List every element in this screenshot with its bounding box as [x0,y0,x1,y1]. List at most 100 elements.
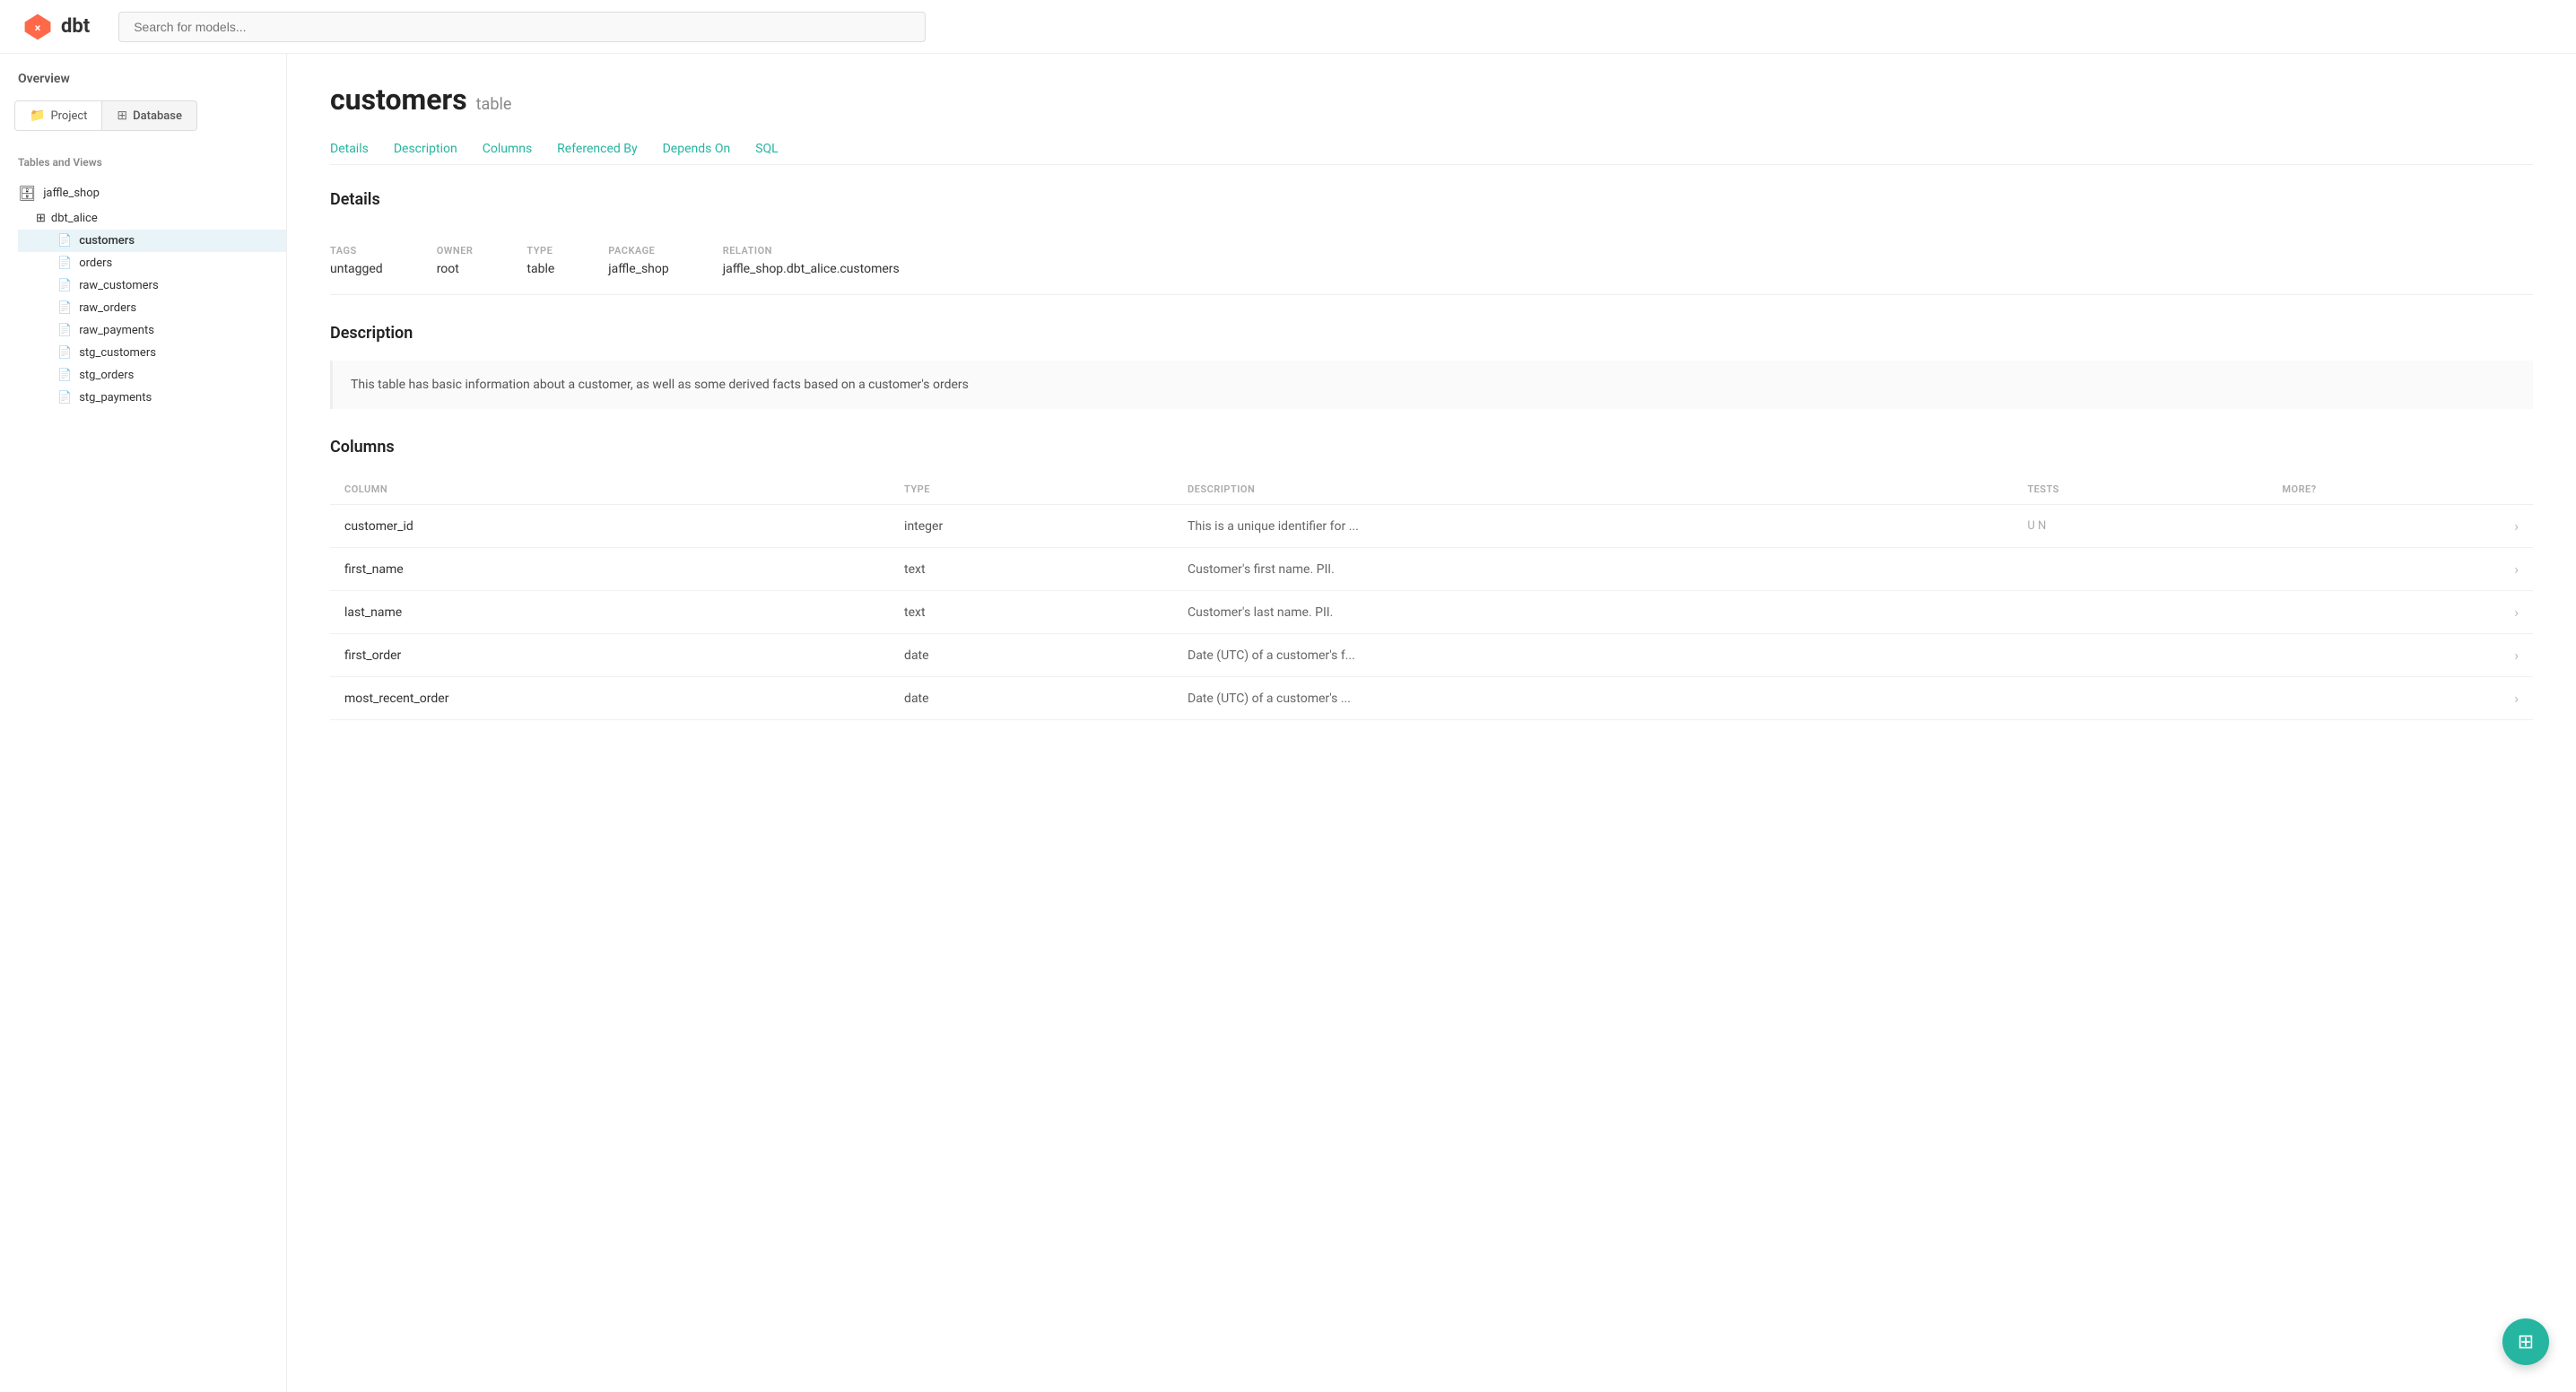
sidebar-item-raw-orders[interactable]: 📄 raw_orders [18,297,286,319]
col-type-integer: integer [890,505,1173,548]
tab-details[interactable]: Details [330,135,369,165]
col-last-name: last_name [330,591,890,634]
sidebar-item-stg-customers-label: stg_customers [79,346,156,360]
columns-section-title: Columns [330,438,2533,457]
sidebar-nav-tabs: 📁 Project ⊞ Database [14,100,272,131]
tab-sql[interactable]: SQL [755,135,778,165]
col-more-first-order[interactable]: › [2267,634,2533,677]
col-first-order: first_order [330,634,890,677]
col-tests-most-recent-order [2013,677,2267,720]
sidebar-item-stg-payments-label: stg_payments [79,391,152,405]
col-type-text-first: text [890,548,1173,591]
columns-table-head: COLUMN TYPE DESCRIPTION TESTS MORE? [330,474,2533,505]
db-icon: 🗄 [18,185,36,202]
col-first-name: first_name [330,548,890,591]
fab-icon: ⊞ [2518,1331,2534,1353]
search-input[interactable] [118,12,926,42]
sidebar-item-stg-customers[interactable]: 📄 stg_customers [18,342,286,364]
description-text: This table has basic information about a… [330,361,2533,409]
col-tests-first-name [2013,548,2267,591]
detail-owner: OWNER root [437,245,474,276]
col-desc-first-order: Date (UTC) of a customer's f... [1173,634,2013,677]
sidebar-group-jaffle-shop-header[interactable]: 🗄 jaffle_shop [0,179,286,207]
sidebar-item-raw-payments-label: raw_payments [79,324,154,337]
detail-type-label: TYPE [527,245,554,257]
col-customer-id: customer_id [330,505,890,548]
col-more-last-name[interactable]: › [2267,591,2533,634]
tab-columns[interactable]: Columns [483,135,532,165]
svg-text:×: × [35,22,41,35]
sidebar-sub-group-name: dbt_alice [51,212,98,225]
detail-type: TYPE table [527,245,554,276]
chevron-right-icon: › [2514,518,2519,535]
col-header-type: TYPE [890,474,1173,505]
tab-depends-on[interactable]: Depends On [663,135,731,165]
item-icon-stg-payments: 📄 [57,391,72,405]
detail-tags: TAGS untagged [330,245,383,276]
topbar: × dbt [0,0,2576,54]
col-more-first-name[interactable]: › [2267,548,2533,591]
fab-button[interactable]: ⊞ [2502,1318,2549,1365]
sidebar-section-title: Tables and Views [0,149,286,176]
item-icon-raw-payments: 📄 [57,324,72,337]
project-icon: 📁 [30,109,45,123]
item-icon-raw-customers: 📄 [57,279,72,292]
detail-owner-label: OWNER [437,245,474,257]
col-desc-most-recent-order: Date (UTC) of a customer's ... [1173,677,2013,720]
tab-project[interactable]: 📁 Project [14,100,102,131]
sidebar-item-raw-payments[interactable]: 📄 raw_payments [18,319,286,342]
description-section-title: Description [330,324,2533,343]
col-most-recent-order: most_recent_order [330,677,890,720]
main-content: customers table Details Description Colu… [287,54,2576,1392]
page-title: customers table [330,83,2533,117]
sidebar-item-stg-payments[interactable]: 📄 stg_payments [18,387,286,409]
tab-referenced-by[interactable]: Referenced By [557,135,637,165]
sidebar: Overview 📁 Project ⊞ Database Tables and… [0,54,287,1392]
col-more-customer-id[interactable]: › [2267,505,2533,548]
col-header-description: DESCRIPTION [1173,474,2013,505]
col-desc-last-name: Customer's last name. PII. [1173,591,2013,634]
sub-group-icon: ⊞ [36,212,46,225]
detail-relation-value: jaffle_shop.dbt_alice.customers [723,262,900,276]
sidebar-item-customers-label: customers [79,234,135,248]
columns-table: COLUMN TYPE DESCRIPTION TESTS MORE? cust… [330,474,2533,720]
sidebar-item-orders-label: orders [79,257,112,270]
col-header-more: MORE? [2267,474,2533,505]
table-row: first_order date Date (UTC) of a custome… [330,634,2533,677]
sidebar-item-orders[interactable]: 📄 orders [18,252,286,274]
detail-tags-label: TAGS [330,245,383,257]
detail-type-value: table [527,262,554,276]
tab-description[interactable]: Description [394,135,457,165]
details-section: Details TAGS untagged OWNER root TYPE ta… [330,190,2533,295]
content-tabs: Details Description Columns Referenced B… [330,135,2533,165]
tab-database[interactable]: ⊞ Database [102,100,197,131]
columns-section: Columns COLUMN TYPE DESCRIPTION TESTS MO… [330,438,2533,720]
sidebar-item-stg-orders[interactable]: 📄 stg_orders [18,364,286,387]
chevron-right-icon: › [2514,604,2519,621]
col-type-text-last: text [890,591,1173,634]
col-more-most-recent-order[interactable]: › [2267,677,2533,720]
col-header-tests: TESTS [2013,474,2267,505]
detail-tags-value: untagged [330,262,383,276]
database-tab-icon: ⊞ [117,109,127,123]
detail-relation-label: RELATION [723,245,900,257]
col-desc-customer-id: This is a unique identifier for ... [1173,505,2013,548]
sidebar-group-jaffle-shop: 🗄 jaffle_shop ⊞ dbt_alice 📄 customers 📄 … [0,176,286,413]
tab-database-label: Database [133,109,182,123]
chevron-right-icon: › [2514,690,2519,707]
col-type-date-first: date [890,634,1173,677]
table-row: last_name text Customer's last name. PII… [330,591,2533,634]
col-tests-customer-id: U N [2013,505,2267,548]
sidebar-item-customers[interactable]: 📄 customers [18,230,286,252]
detail-package-label: PACKAGE [608,245,668,257]
sidebar-item-raw-customers[interactable]: 📄 raw_customers [18,274,286,297]
item-icon-raw-orders: 📄 [57,301,72,315]
page-title-type: table [476,95,512,114]
sidebar-sub-header-dbt-alice[interactable]: ⊞ dbt_alice [18,207,286,230]
detail-owner-value: root [437,262,474,276]
overview-label: Overview [0,72,286,100]
table-row: most_recent_order date Date (UTC) of a c… [330,677,2533,720]
col-header-column: COLUMN [330,474,890,505]
chevron-right-icon: › [2514,647,2519,664]
table-row: customer_id integer This is a unique ide… [330,505,2533,548]
